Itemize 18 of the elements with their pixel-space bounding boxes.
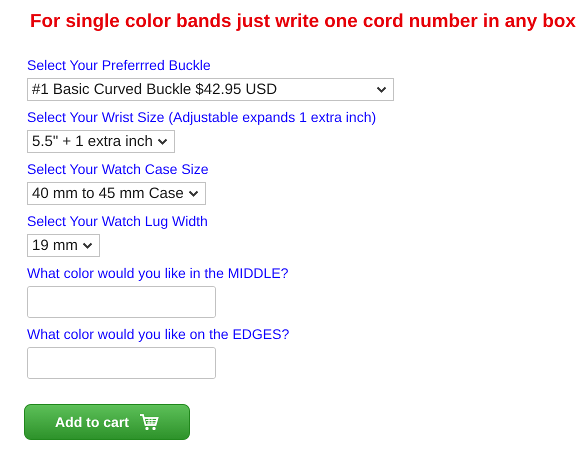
select-field[interactable]: 40 mm to 45 mm Case — [27, 182, 206, 205]
field-label: What color would you like on the EDGES? — [27, 326, 290, 342]
field-label: Select Your Wrist Size (Adjustable expands 1 extra inch) — [27, 109, 376, 125]
chevron-down-icon — [156, 138, 168, 146]
field-label: What color would you like in the MIDDLE? — [27, 265, 288, 281]
notice-heading: For single color bands just write one cord number in any box — [30, 9, 577, 33]
select-field[interactable]: #1 Basic Curved Buckle $42.95 USD — [27, 78, 394, 101]
field-label: Select Your Watch Lug Width — [27, 213, 208, 229]
input-field[interactable] — [27, 347, 216, 379]
field-label: Select Your Watch Case Size — [27, 161, 209, 177]
input-field[interactable] — [27, 286, 216, 318]
select-field[interactable]: 19 mm — [27, 234, 100, 257]
cart-icon — [138, 413, 159, 431]
chevron-down-icon — [376, 86, 387, 94]
chevron-down-icon — [82, 242, 93, 250]
select-field[interactable]: 5.5" + 1 extra inch — [27, 130, 175, 153]
chevron-down-icon — [188, 190, 199, 198]
field-label: Select Your Preferrred Buckle — [27, 57, 211, 73]
